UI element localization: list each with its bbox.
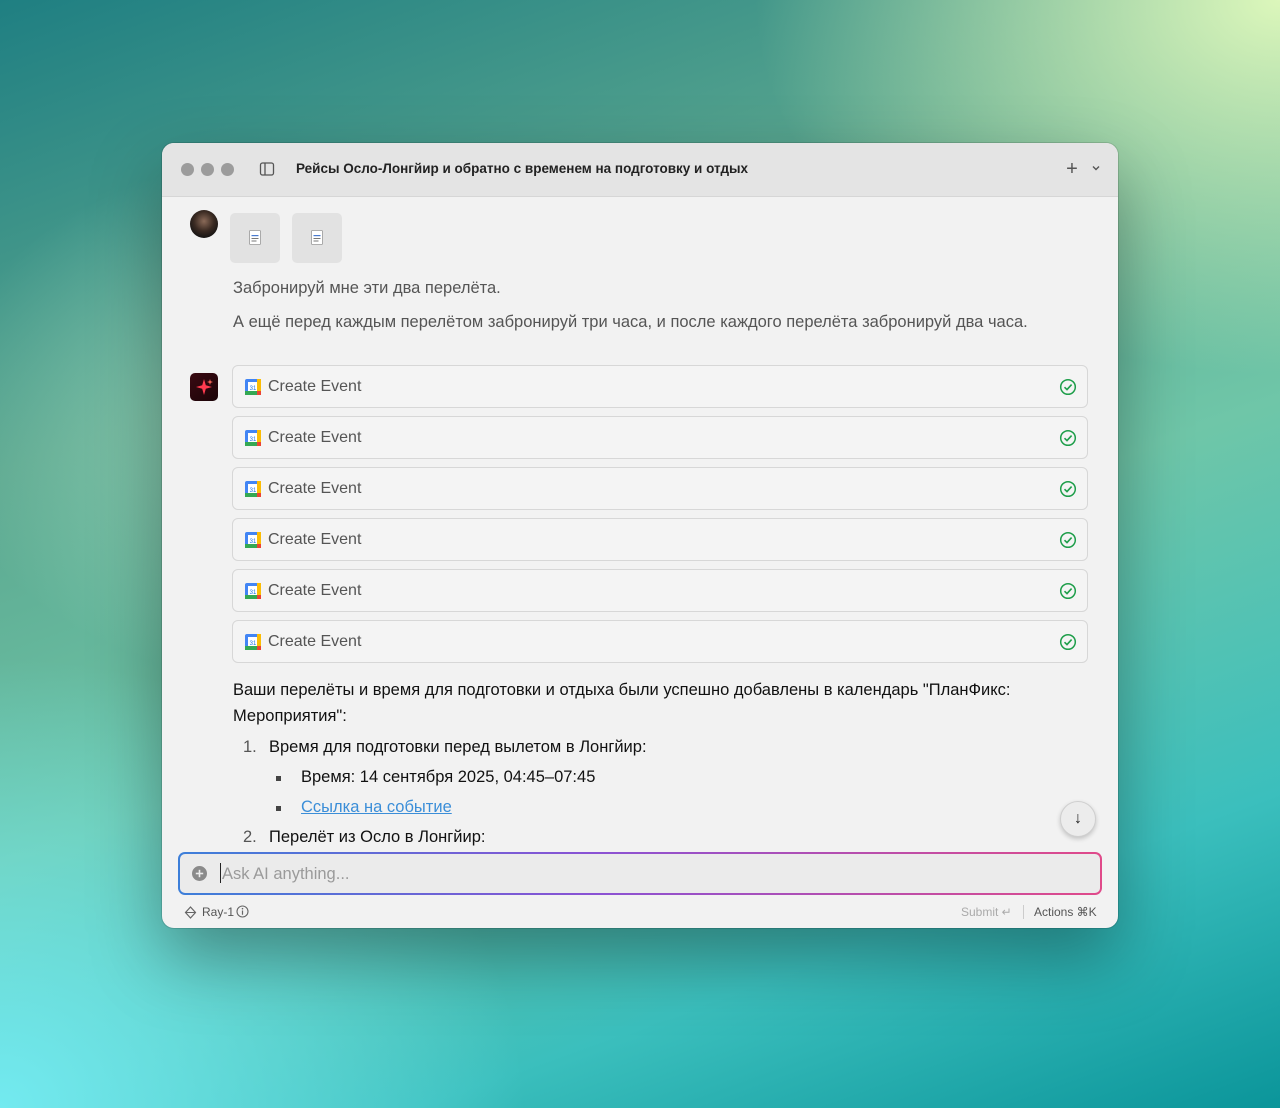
- add-attachment-icon[interactable]: [191, 865, 208, 882]
- svg-text:31: 31: [250, 386, 257, 392]
- close-window-button[interactable]: [181, 163, 194, 176]
- title-bar: Рейсы Осло-Лонгйир и обратно с временем …: [162, 143, 1118, 197]
- chevron-down-icon[interactable]: [1089, 161, 1103, 175]
- svg-text:31: 31: [250, 488, 257, 494]
- composer: [178, 852, 1102, 895]
- tool-call-label: Create Event: [268, 531, 362, 548]
- minimize-window-button[interactable]: [201, 163, 214, 176]
- google-calendar-icon: 31: [245, 634, 261, 650]
- google-calendar-icon: 31: [245, 583, 261, 599]
- tool-call-label: Create Event: [268, 582, 362, 599]
- svg-text:31: 31: [250, 590, 257, 596]
- model-selector[interactable]: Ray-1: [202, 905, 234, 919]
- tool-call-row[interactable]: 31 Create Event: [232, 416, 1088, 459]
- actions-button[interactable]: Actions ⌘K: [1034, 905, 1097, 919]
- tool-call-row[interactable]: 31 Create Event: [232, 569, 1088, 612]
- text-caret: [220, 863, 221, 883]
- success-check-icon: [1059, 633, 1077, 651]
- scroll-to-bottom-button[interactable]: ↓: [1060, 801, 1096, 837]
- list-number: 1.: [243, 738, 257, 756]
- ai-response-intro: Ваши перелёты и время для подготовки и о…: [233, 681, 1011, 725]
- svg-text:31: 31: [250, 641, 257, 647]
- list-item-title: Перелёт из Осло в Лонгйир:: [269, 828, 486, 846]
- success-check-icon: [1059, 582, 1077, 600]
- tool-call-label: Create Event: [268, 378, 362, 395]
- tool-call-label: Create Event: [268, 633, 362, 650]
- conversation-area[interactable]: Забронируй мне эти два перелёта. А ещё п…: [162, 197, 1118, 851]
- sparkle-icon: [196, 379, 213, 395]
- chat-window: Рейсы Осло-Лонгйир и обратно с временем …: [162, 143, 1118, 928]
- google-calendar-icon: 31: [245, 379, 261, 395]
- tool-call-row[interactable]: 31 Create Event: [232, 365, 1088, 408]
- new-chat-button[interactable]: +: [1064, 159, 1080, 179]
- zoom-window-button[interactable]: [221, 163, 234, 176]
- ai-avatar: [190, 373, 218, 401]
- list-item-title: Время для подготовки перед вылетом в Лон…: [269, 738, 647, 756]
- status-bar: Ray-1 Submit ↵ Actions ⌘K: [162, 899, 1118, 928]
- attachment-thumbnail[interactable]: [230, 213, 280, 263]
- sidebar-toggle-icon[interactable]: [259, 161, 275, 177]
- google-calendar-icon: 31: [245, 481, 261, 497]
- tool-call-row[interactable]: 31 Create Event: [232, 518, 1088, 561]
- success-check-icon: [1059, 429, 1077, 447]
- success-check-icon: [1059, 531, 1077, 549]
- bullet-marker: [276, 776, 281, 781]
- file-icon: [311, 230, 323, 245]
- window-title: Рейсы Осло-Лонгйир и обратно с временем …: [296, 161, 749, 176]
- bullet-marker: [276, 806, 281, 811]
- user-message-line: А ещё перед каждым перелётом забронируй …: [233, 313, 1028, 331]
- user-avatar: [190, 210, 218, 238]
- tool-call-label: Create Event: [268, 480, 362, 497]
- success-check-icon: [1059, 480, 1077, 498]
- event-link[interactable]: Ссылка на событие: [301, 798, 452, 817]
- google-calendar-icon: 31: [245, 430, 261, 446]
- divider: [1023, 905, 1024, 919]
- list-item-detail: Время: 14 сентября 2025, 04:45–07:45: [301, 768, 596, 786]
- model-icon[interactable]: [184, 906, 197, 919]
- tool-call-row[interactable]: 31 Create Event: [232, 620, 1088, 663]
- attachment-thumbnail[interactable]: [292, 213, 342, 263]
- prompt-input[interactable]: [220, 862, 1084, 886]
- info-icon[interactable]: [236, 905, 249, 918]
- user-message-line: Забронируй мне эти два перелёта.: [233, 279, 501, 297]
- tool-call-label: Create Event: [268, 429, 362, 446]
- svg-text:31: 31: [250, 539, 257, 545]
- google-calendar-icon: 31: [245, 532, 261, 548]
- svg-text:31: 31: [250, 437, 257, 443]
- tool-call-row[interactable]: 31 Create Event: [232, 467, 1088, 510]
- success-check-icon: [1059, 378, 1077, 396]
- file-icon: [249, 230, 261, 245]
- list-number: 2.: [243, 828, 257, 846]
- composer-inner: [180, 854, 1100, 893]
- submit-button[interactable]: Submit ↵: [961, 905, 1012, 919]
